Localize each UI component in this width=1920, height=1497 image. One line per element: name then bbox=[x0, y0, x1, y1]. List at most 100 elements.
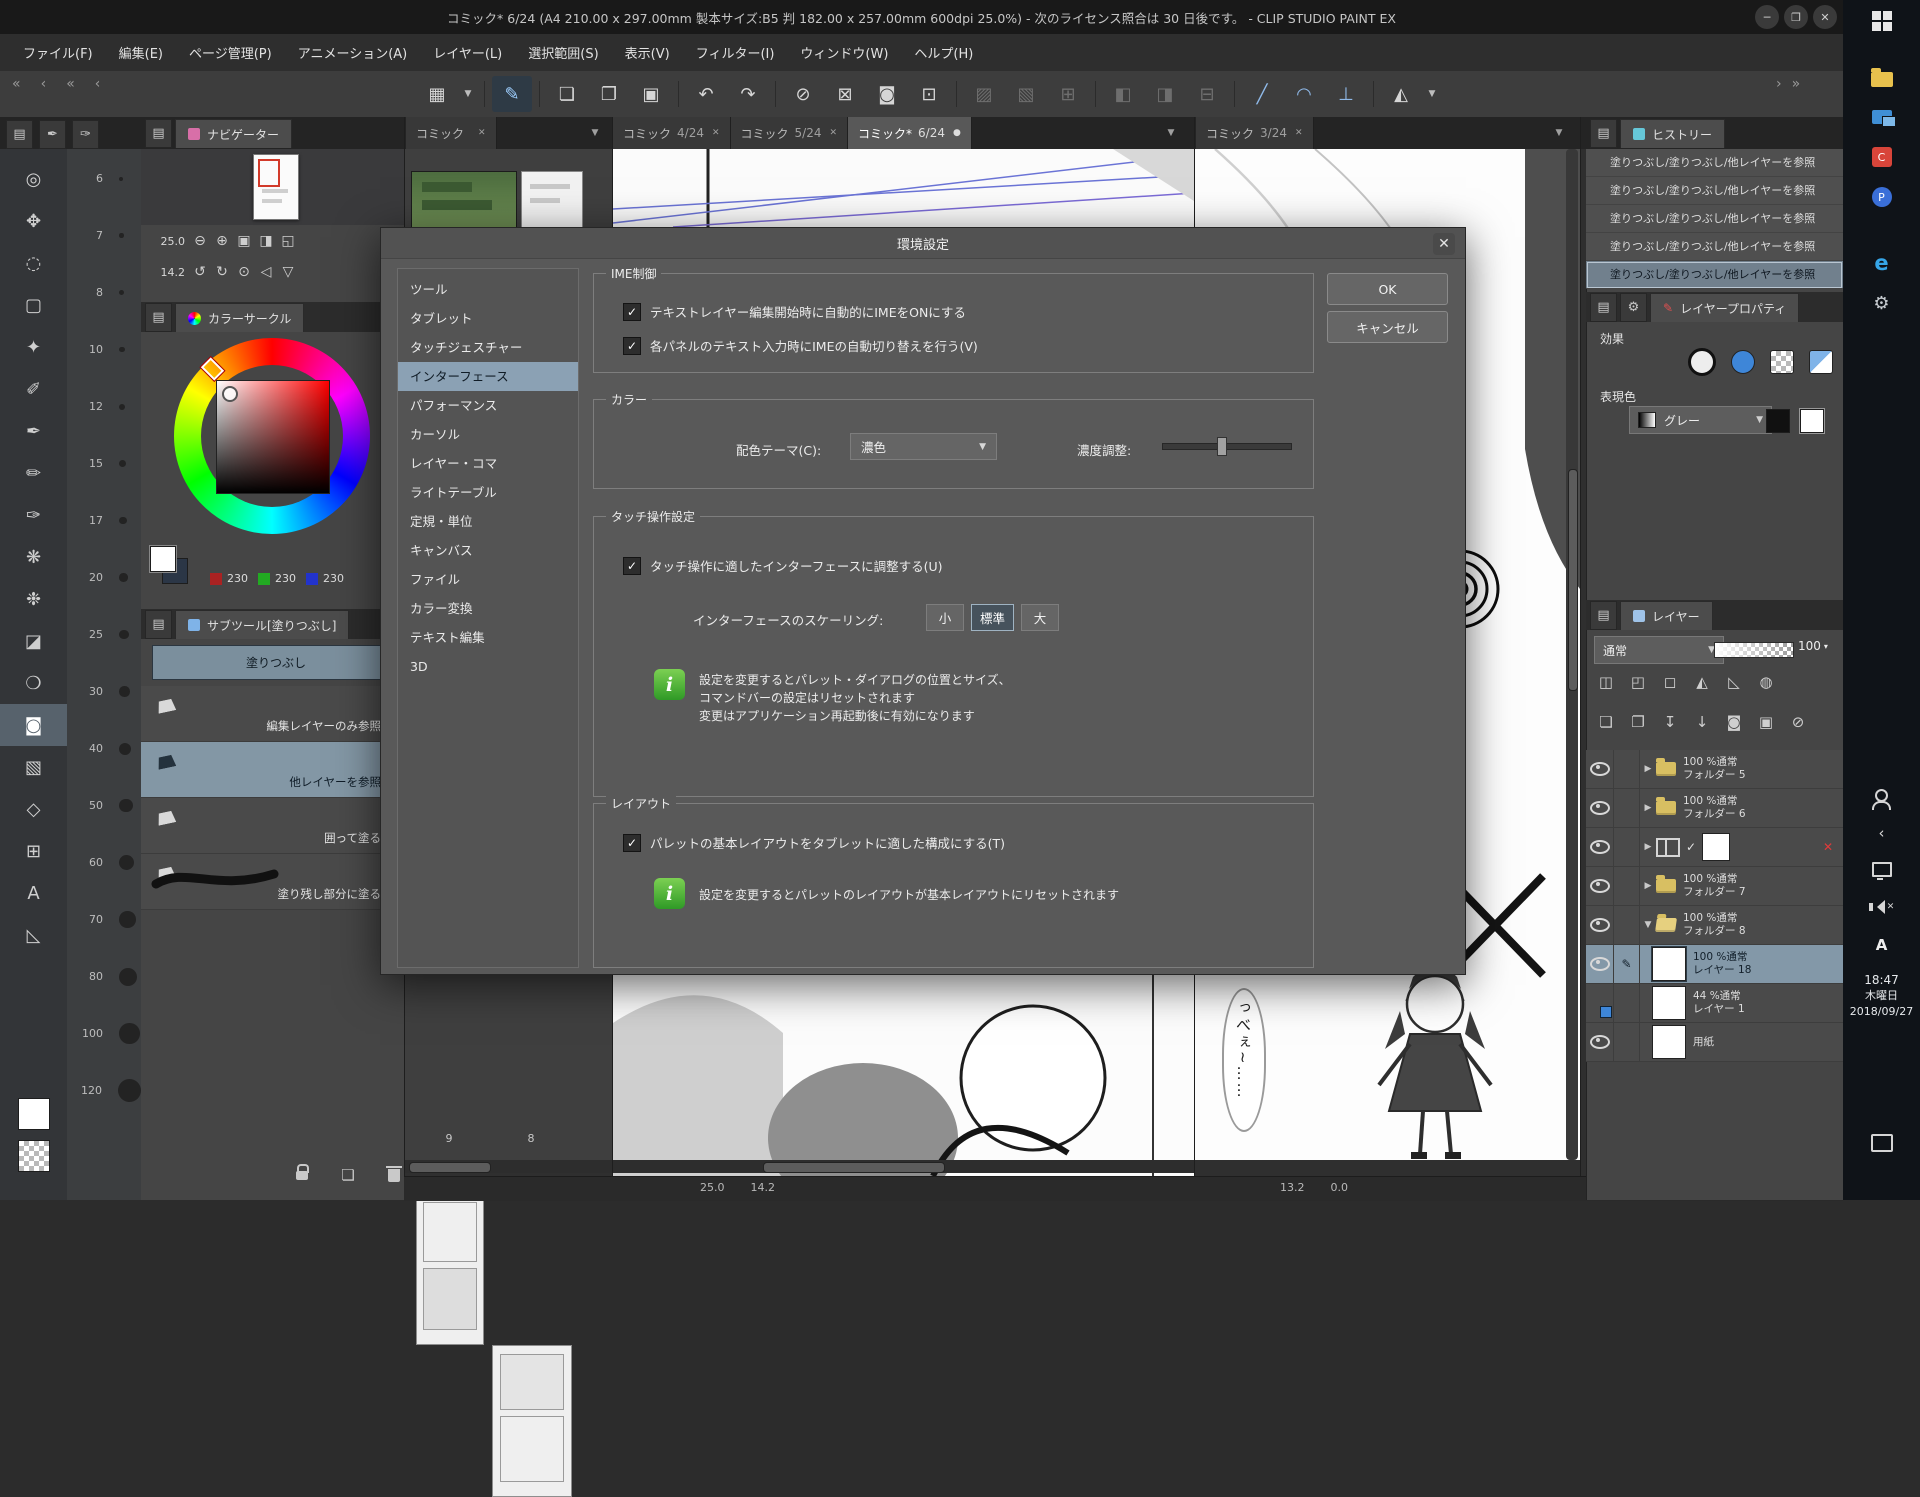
menu-item[interactable]: レイヤー(L) bbox=[420, 34, 515, 71]
visibility-cell[interactable] bbox=[1586, 906, 1614, 944]
document-tab[interactable]: コミック4/24 ✕ bbox=[613, 117, 731, 149]
mask-disabled-icon[interactable]: ✕ bbox=[1823, 840, 1833, 854]
brush-size-item[interactable]: 15 bbox=[67, 435, 141, 492]
layer-thumbnail[interactable] bbox=[1702, 833, 1730, 861]
collapse-dock-icon[interactable]: « bbox=[66, 76, 75, 92]
snap-to-special-ruler-button[interactable]: ◠ bbox=[1284, 76, 1324, 112]
brush-size-item[interactable]: 60 bbox=[67, 834, 141, 891]
subtool-dock-stub-icon[interactable]: ▤ bbox=[145, 610, 172, 639]
scaling-option-button[interactable]: 標準 bbox=[971, 604, 1014, 631]
brush-size-item[interactable]: 6 bbox=[67, 150, 141, 207]
sv-marker[interactable] bbox=[222, 386, 238, 402]
lasso-select-tool[interactable]: ◌ bbox=[0, 242, 67, 284]
history-item[interactable]: 塗りつぶし/塗りつぶし/他レイヤーを参照 bbox=[1586, 261, 1843, 289]
selection-border-button[interactable]: ⊟ bbox=[1187, 76, 1227, 112]
preferences-category[interactable]: 3D bbox=[398, 652, 578, 681]
subtool-item[interactable]: 囲って塗る bbox=[141, 798, 391, 854]
subtool-panel-tab[interactable]: サブツール[塗りつぶし] bbox=[175, 610, 349, 639]
taskbar-display-button[interactable] bbox=[1843, 100, 1920, 134]
brush-size-item[interactable]: 17 bbox=[67, 492, 141, 549]
snap-to-ruler-button[interactable]: ╱ bbox=[1242, 76, 1282, 112]
airbrush-tool[interactable]: ❋ bbox=[0, 536, 67, 578]
visibility-cell[interactable] bbox=[1586, 789, 1614, 827]
color-dock-stub-icon[interactable]: ▤ bbox=[145, 303, 172, 332]
document-tab[interactable]: コミック*6/24 ● bbox=[848, 117, 972, 149]
fill-tool[interactable]: ◙ bbox=[0, 704, 67, 746]
cancel-button[interactable]: キャンセル bbox=[1327, 311, 1448, 343]
actual-size-button[interactable]: ◱ bbox=[277, 231, 299, 251]
menu-item[interactable]: 選択範囲(S) bbox=[515, 34, 611, 71]
rotate-left-button[interactable]: ↺ bbox=[189, 262, 211, 282]
layer-thumbnail[interactable] bbox=[1652, 1025, 1686, 1059]
edit-target-cell[interactable] bbox=[1614, 1023, 1640, 1061]
save-file-button[interactable]: ▣ bbox=[631, 76, 671, 112]
collapse-dock-icon[interactable]: « bbox=[12, 76, 21, 92]
edit-target-cell[interactable] bbox=[1614, 789, 1640, 827]
new-raster-layer-icon[interactable]: ❏ bbox=[1590, 708, 1622, 736]
black-swatch[interactable] bbox=[1766, 409, 1790, 433]
gradient-tool[interactable]: ▧ bbox=[0, 746, 67, 788]
ruler-menu-arrow-icon[interactable]: ▼ bbox=[1423, 76, 1441, 112]
layer-row-layer-18-selected[interactable]: ✎ 100 %通常レイヤー 18 bbox=[1586, 945, 1843, 984]
density-slider-handle[interactable] bbox=[1217, 437, 1227, 456]
set-as-ruler-icon[interactable]: ◺ bbox=[1718, 668, 1750, 696]
expand-icon[interactable]: ▶ bbox=[1640, 803, 1656, 813]
menu-item[interactable]: フィルター(I) bbox=[683, 34, 788, 71]
brush-size-item[interactable]: 12 bbox=[67, 378, 141, 435]
deselect-button[interactable]: ▨ bbox=[964, 76, 1004, 112]
visibility-cell[interactable] bbox=[1586, 867, 1614, 905]
navigator-rotation-value[interactable]: 14.2 bbox=[149, 266, 185, 279]
visibility-cell[interactable] bbox=[1586, 828, 1614, 866]
opacity-spinner-icon[interactable]: ▾ bbox=[1824, 642, 1828, 651]
tab-close-icon[interactable]: ✕ bbox=[712, 128, 720, 138]
border-effect-icon[interactable] bbox=[1688, 348, 1716, 376]
menu-item[interactable]: アニメーション(A) bbox=[285, 34, 421, 71]
layer-row-folder-8[interactable]: ▼ 100 %通常フォルダー 8 bbox=[1586, 906, 1843, 945]
density-slider[interactable] bbox=[1162, 443, 1292, 450]
touch-adjust-checkbox[interactable]: ✓ bbox=[623, 557, 641, 575]
expand-icon[interactable]: ▶ bbox=[1640, 764, 1656, 774]
open-file-button[interactable]: ❐ bbox=[589, 76, 629, 112]
history-item[interactable]: 塗りつぶし/塗りつぶし/他レイヤーを参照 bbox=[1586, 177, 1843, 205]
move-tool[interactable]: ✥ bbox=[0, 200, 67, 242]
edit-target-cell[interactable] bbox=[1614, 750, 1640, 788]
tab-list-arrow[interactable]: ▼ bbox=[1548, 117, 1570, 149]
navigator-dock-stub-icon[interactable]: ▤ bbox=[145, 119, 172, 148]
quick-settings-tool-button[interactable]: ✎ bbox=[492, 76, 532, 112]
menu-item[interactable]: ヘルプ(H) bbox=[901, 34, 986, 71]
edit-target-cell[interactable] bbox=[1614, 828, 1640, 866]
layer-row-folder-7[interactable]: ▶ 100 %通常フォルダー 7 bbox=[1586, 867, 1843, 906]
document-tab[interactable]: コミック ✕ bbox=[406, 117, 497, 149]
blend-tool[interactable]: ❍ bbox=[0, 662, 67, 704]
taskbar-settings-button[interactable]: ⚙ bbox=[1843, 286, 1920, 320]
preferences-category[interactable]: 定規・単位 bbox=[398, 507, 578, 536]
preferences-category[interactable]: カラー変換 bbox=[398, 594, 578, 623]
frame-border-tool[interactable]: ⊞ bbox=[0, 830, 67, 872]
scale-rotate-button[interactable]: ⊡ bbox=[909, 76, 949, 112]
brush-size-item[interactable]: 25 bbox=[67, 606, 141, 663]
create-mask-icon[interactable]: ◙ bbox=[1718, 708, 1750, 736]
start-button[interactable] bbox=[1843, 4, 1920, 38]
layer-thumbnail[interactable] bbox=[1652, 986, 1686, 1020]
delete-layer-icon[interactable]: ⊘ bbox=[1782, 708, 1814, 736]
tab-close-icon[interactable]: ✕ bbox=[478, 128, 486, 138]
palette-layout-checkbox[interactable]: ✓ bbox=[623, 834, 641, 852]
brush-size-item[interactable]: 20 bbox=[67, 549, 141, 606]
subtool-item[interactable]: 他レイヤーを参照 bbox=[141, 742, 391, 798]
canvas-hscrollbar[interactable] bbox=[613, 1160, 1194, 1173]
ime-auto-on-checkbox[interactable]: ✓ bbox=[623, 303, 641, 321]
brush-size-item[interactable]: 100 bbox=[67, 1005, 141, 1062]
toolbar-scroll-left-icon[interactable]: › bbox=[1776, 76, 1782, 92]
brush-size-item[interactable]: 30 bbox=[67, 663, 141, 720]
visibility-cell[interactable] bbox=[1586, 945, 1614, 983]
main-color-swatch[interactable] bbox=[18, 1098, 50, 1130]
navigator-preview[interactable] bbox=[141, 149, 404, 225]
layers-panel-tab[interactable]: レイヤー bbox=[1620, 601, 1713, 630]
close-button[interactable]: ✕ bbox=[1813, 5, 1837, 29]
brush-size-item[interactable]: 7 bbox=[67, 207, 141, 264]
flip-vertical-button[interactable]: ▽ bbox=[277, 262, 299, 282]
reset-rotation-button[interactable]: ⊙ bbox=[233, 262, 255, 282]
menu-item[interactable]: 表示(V) bbox=[612, 34, 683, 71]
figure-tool[interactable]: ◇ bbox=[0, 788, 67, 830]
lock-transparent-pixels-icon[interactable]: ◻ bbox=[1654, 668, 1686, 696]
